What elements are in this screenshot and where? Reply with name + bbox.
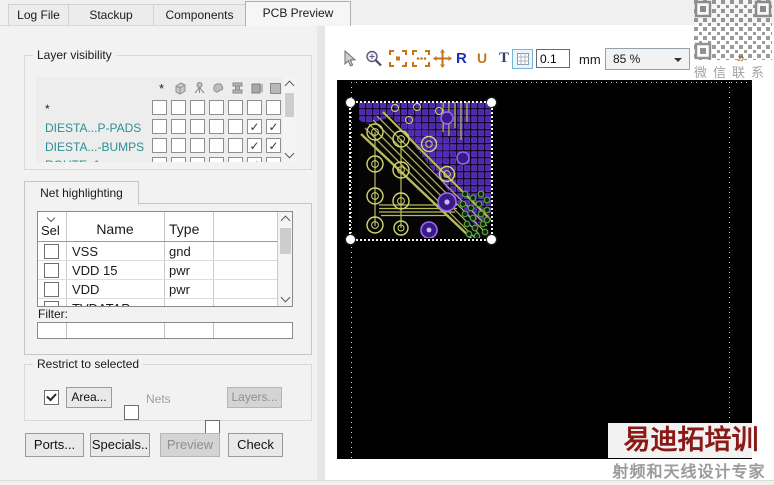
chip-icon	[247, 81, 266, 96]
net-type: pwr	[169, 282, 190, 297]
net-name: VDD	[72, 282, 100, 297]
zoom-level-select[interactable]: 85 %	[605, 48, 690, 70]
net-type: pwr	[169, 301, 190, 306]
sort-indicator-icon	[46, 213, 56, 223]
net-name: VSS	[72, 244, 99, 259]
zoom-level-value: 85 %	[613, 52, 641, 66]
net-table[interactable]: Sel Name Type VSS gnd VDD 15 pwr VDD pwr…	[37, 211, 293, 307]
col-header-sel[interactable]: Sel	[41, 223, 60, 238]
brand-watermark: 易迪拓培训	[623, 425, 759, 455]
redraw-icon[interactable]: R	[456, 50, 467, 67]
layer-visibility-table[interactable]: * E * DIESTA...P-PADS ✓✓ DI	[36, 77, 296, 162]
area-checkbox[interactable]	[44, 390, 59, 405]
zoom-selection-icon[interactable]	[412, 50, 430, 70]
layer-visibility-title: Layer visibility	[33, 48, 116, 62]
net-scrollbar[interactable]	[277, 212, 292, 306]
net-row[interactable]: VDD pwr	[38, 280, 277, 299]
zoom-in-icon[interactable]	[364, 49, 384, 72]
net-select-checkbox[interactable]	[44, 282, 59, 297]
board-outline-right	[729, 82, 730, 458]
tab-bar: Log File Stackup Components PCB Preview	[0, 0, 774, 26]
lv-scrollbar[interactable]	[283, 77, 296, 162]
scroll-down-icon[interactable]	[283, 148, 296, 162]
area-button[interactable]: Area...	[66, 387, 112, 408]
check-button[interactable]: Check	[228, 433, 283, 457]
board-outline-top	[351, 82, 747, 83]
net-select-checkbox[interactable]	[44, 263, 59, 278]
nets-label: Nets	[146, 392, 171, 406]
chevron-down-icon	[674, 58, 682, 62]
net-row[interactable]: VSS gnd	[38, 242, 277, 261]
net-select-checkbox[interactable]	[44, 244, 59, 259]
pan-icon[interactable]	[433, 49, 452, 71]
scrollbar-thumb[interactable]	[280, 228, 291, 254]
nets-checkbox[interactable]	[124, 405, 139, 420]
panel-splitter[interactable]	[317, 26, 325, 485]
grid-size-input[interactable]	[536, 49, 570, 68]
lv-row-label: DIESTA...-BUMPS	[45, 140, 145, 154]
scroll-up-icon[interactable]	[283, 77, 296, 91]
tab-net-highlighting[interactable]: Net highlighting	[24, 181, 139, 205]
shape-icon	[209, 81, 228, 96]
brand-tagline: 射频和天线设计专家	[612, 464, 766, 481]
selection-handle[interactable]	[487, 235, 496, 244]
filter-label: Filter:	[38, 307, 68, 321]
net-type: pwr	[169, 263, 190, 278]
tab-log-file[interactable]: Log File	[8, 4, 69, 25]
scroll-up-icon[interactable]	[278, 212, 292, 226]
lv-row-label: *	[45, 102, 50, 116]
lv-row-checks[interactable]: ✓ ✓	[152, 119, 285, 134]
select-cursor-icon[interactable]	[341, 49, 357, 71]
unit-label: mm	[579, 52, 601, 67]
grid-toggle-icon[interactable]	[512, 49, 533, 69]
tab-components[interactable]: Components	[153, 4, 246, 25]
via-icon	[228, 81, 247, 96]
col-header-type[interactable]: Type	[169, 221, 199, 237]
preview-button[interactable]: Preview	[160, 433, 220, 457]
restrict-title: Restrict to selected	[33, 357, 144, 371]
net-row[interactable]: VDD 15 pwr	[38, 261, 277, 280]
net-name: VDD 15	[72, 263, 118, 278]
qr-caption: 微信联系	[694, 65, 771, 80]
net-row[interactable]: TVDATAP pwr	[38, 299, 277, 306]
fit-view-icon[interactable]	[389, 50, 407, 70]
rotate-icon[interactable]: U	[477, 50, 487, 66]
lv-row-checks[interactable]: ✓	[152, 157, 285, 162]
selection-rectangle[interactable]	[346, 98, 496, 244]
filter-input[interactable]	[37, 322, 293, 339]
lv-row-checks[interactable]: ✓ ✓	[152, 138, 285, 153]
net-table-header[interactable]: Sel Name Type	[38, 212, 277, 242]
selection-handle[interactable]	[346, 235, 355, 244]
lv-row-label: ROUTE_1	[45, 158, 100, 162]
col-header-name[interactable]: Name	[66, 221, 164, 237]
text-icon[interactable]: T	[499, 50, 509, 67]
lv-header-star: *	[158, 81, 165, 96]
specials-button[interactable]: Specials..	[90, 433, 150, 457]
tab-pcb-preview[interactable]: PCB Preview	[245, 1, 351, 26]
pcb-preview-dialog: Log File Stackup Components PCB Preview …	[0, 0, 774, 485]
ports-button[interactable]: Ports...	[25, 433, 84, 457]
layers-button[interactable]: Layers...	[227, 387, 282, 408]
pcb-preview-canvas[interactable]	[337, 80, 752, 459]
selection-handle[interactable]	[487, 98, 496, 107]
net-type: gnd	[169, 244, 191, 259]
selection-handle[interactable]	[346, 98, 355, 107]
scroll-down-icon[interactable]	[278, 292, 292, 306]
net-name: TVDATAP	[72, 301, 130, 306]
qr-code-watermark: 微信联系	[694, 0, 774, 80]
tab-stackup[interactable]: Stackup	[68, 4, 154, 25]
cube-icon	[171, 81, 190, 96]
lv-row-checks[interactable]	[152, 100, 285, 115]
net-antenna-icon	[190, 81, 209, 96]
scrollbar-thumb[interactable]	[285, 93, 294, 117]
lv-row-label: DIESTA...P-PADS	[45, 121, 142, 135]
